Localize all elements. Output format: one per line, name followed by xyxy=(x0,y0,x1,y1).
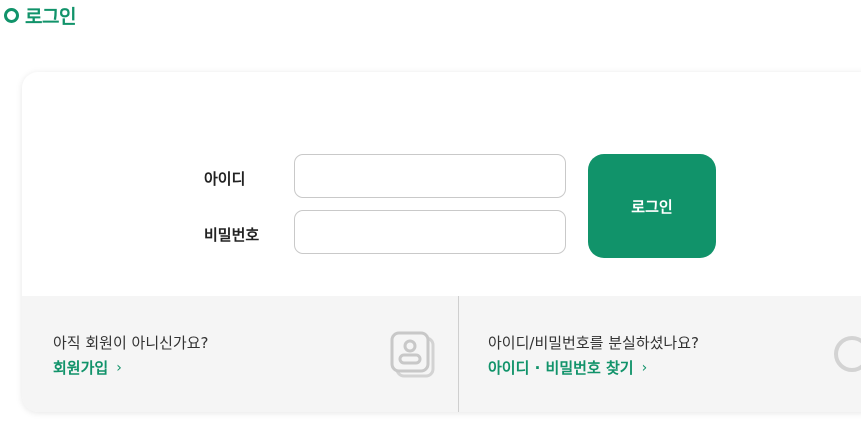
signup-question: 아직 회원이 아니신가요? xyxy=(53,334,209,352)
id-label: 아이디 xyxy=(204,170,246,188)
page-title: 로그인 xyxy=(25,5,76,28)
member-card-icon xyxy=(390,331,435,378)
chevron-right-icon: › xyxy=(116,359,122,376)
find-account-link[interactable]: 아이디 · 비밀번호 찾기 › xyxy=(488,357,647,378)
password-input[interactable] xyxy=(294,210,566,254)
login-button[interactable]: 로그인 xyxy=(588,154,716,258)
bottom-links-panel: 아직 회원이 아니신가요? 회원가입 › 아이디/비밀번호를 분실하셨나요? 아… xyxy=(22,296,861,412)
find-account-question: 아이디/비밀번호를 분실하셨나요? xyxy=(488,334,699,352)
search-icon xyxy=(834,336,861,372)
password-label: 비밀번호 xyxy=(204,226,260,244)
find-account-link-label: 아이디 · 비밀번호 찾기 xyxy=(488,359,634,377)
page-title-row: 로그인 xyxy=(4,2,76,28)
id-input[interactable] xyxy=(294,154,566,198)
signup-link-label: 회원가입 xyxy=(53,359,109,377)
panel-divider xyxy=(458,296,459,412)
chevron-right-icon: › xyxy=(641,359,648,376)
title-bullet-icon xyxy=(4,7,19,23)
signup-link[interactable]: 회원가입 › xyxy=(53,357,122,378)
login-card: 아이디 비밀번호 로그인 아직 회원이 아니신가요? 회원가입 › 아이디/비밀… xyxy=(22,72,861,412)
